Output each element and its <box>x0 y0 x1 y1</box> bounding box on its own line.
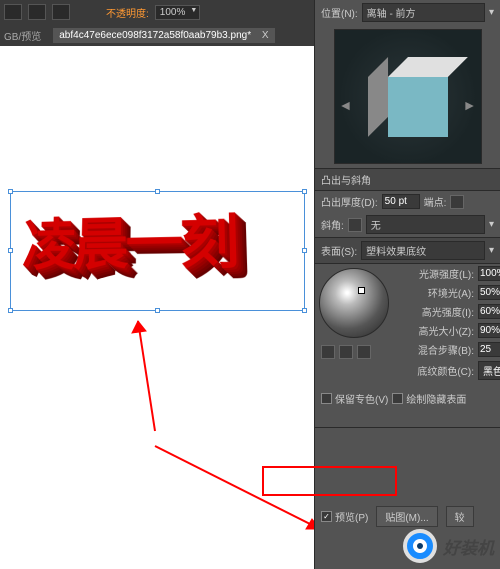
color-mode: GB/预览 <box>4 28 41 43</box>
highlight-intensity-label: 高光强度(I): <box>399 304 474 319</box>
depth-label: 凸出厚度(D): <box>321 194 378 209</box>
depth-input[interactable] <box>382 194 420 209</box>
annotation-arrow-up <box>130 311 170 441</box>
opacity-dropdown[interactable]: 100% <box>155 5 201 20</box>
watermark-logo-icon <box>403 529 437 563</box>
position-label: 位置(N): <box>321 5 358 20</box>
map-art-button[interactable]: 贴图(M)... <box>376 506 437 527</box>
draw-hidden-checkbox[interactable] <box>392 393 403 404</box>
highlight-size-input[interactable] <box>478 323 500 338</box>
annotation-arrow-right <box>150 441 330 541</box>
chevron-down-icon: ▾ <box>489 7 494 18</box>
handle-bottom-left[interactable] <box>8 308 13 313</box>
position-row: 位置(N): 离轴 - 前方 ▾ <box>315 0 500 25</box>
handle-top-mid[interactable] <box>155 189 160 194</box>
light-controls <box>315 342 393 362</box>
3d-options-panel: 位置(N): 离轴 - 前方 ▾ ◄ ► 凸出与斜角 凸出厚度(D): 端点: … <box>314 0 500 569</box>
selection-bounding-box[interactable] <box>10 191 305 311</box>
opacity-label: 不透明度: <box>106 5 149 20</box>
tool-icon-3[interactable] <box>52 4 70 20</box>
new-light-icon[interactable] <box>339 345 353 359</box>
canvas-area[interactable]: 凌晨一刻 <box>0 46 314 569</box>
shade-color-label: 底纹颜色(C): <box>399 363 474 378</box>
cube-side-face <box>368 57 388 137</box>
handle-left-mid[interactable] <box>8 248 13 253</box>
preview-label: 预览(P) <box>335 509 368 524</box>
cap-on-icon[interactable] <box>450 195 464 209</box>
watermark-text: 好装机 <box>443 534 494 559</box>
highlight-intensity-input[interactable] <box>478 304 500 319</box>
preserve-spot-checkbox[interactable] <box>321 393 332 404</box>
light-intensity-label: 光源强度(L): <box>399 266 474 281</box>
preview-checkbox-wrap[interactable]: ✓ 预览(P) <box>321 509 368 524</box>
surface-dropdown[interactable]: 塑料效果底纹 <box>361 241 485 260</box>
handle-right-mid[interactable] <box>302 248 307 253</box>
bevel-label: 斜角: <box>321 217 344 232</box>
cube-model[interactable] <box>378 67 438 127</box>
preserve-spot-checkbox-wrap[interactable]: 保留专色(V) <box>321 391 388 406</box>
extrude-section-header: 凸出与斜角 <box>315 168 500 191</box>
tool-icon-2[interactable] <box>28 4 46 20</box>
file-tab[interactable]: abf4c47e6ece098f3172a58f0aab79b3.png* X <box>53 28 274 43</box>
highlight-size-label: 高光大小(Z): <box>399 323 474 338</box>
draw-hidden-label: 绘制隐藏表面 <box>406 391 466 406</box>
ambient-label: 环境光(A): <box>399 285 474 300</box>
bevel-dropdown[interactable]: 无 <box>366 215 485 234</box>
depth-row: 凸出厚度(D): 端点: <box>315 191 500 212</box>
draw-hidden-checkbox-wrap[interactable]: 绘制隐藏表面 <box>392 391 466 406</box>
shade-color-dropdown[interactable]: 黑色 <box>478 361 500 380</box>
rotate-left-icon[interactable]: ◄ <box>339 97 353 113</box>
cube-top-face <box>388 57 468 77</box>
bevel-icon[interactable] <box>348 218 362 232</box>
light-back-icon[interactable] <box>321 345 335 359</box>
surface-section: 表面(S): 塑料效果底纹 ▾ <box>315 237 500 264</box>
preview-checkbox[interactable]: ✓ <box>321 511 332 522</box>
blend-steps-label: 混合步骤(B): <box>399 342 474 357</box>
light-sphere-preview[interactable] <box>319 268 389 338</box>
light-intensity-input[interactable] <box>478 266 500 281</box>
tool-icon-1[interactable] <box>4 4 22 20</box>
close-tab-icon[interactable]: X <box>262 30 269 41</box>
handle-top-left[interactable] <box>8 189 13 194</box>
more-options-button[interactable]: 较 <box>446 506 474 527</box>
surface-label: 表面(S): <box>321 243 357 258</box>
handle-bottom-right[interactable] <box>302 308 307 313</box>
cube-front-face <box>388 77 448 137</box>
ambient-input[interactable] <box>478 285 500 300</box>
chevron-down-icon: ▾ <box>489 219 494 230</box>
bevel-row: 斜角: 无 ▾ <box>315 212 500 237</box>
light-position-handle[interactable] <box>358 287 365 294</box>
chevron-down-icon: ▾ <box>489 245 494 256</box>
preserve-spot-label: 保留专色(V) <box>335 391 388 406</box>
delete-light-icon[interactable] <box>357 345 371 359</box>
position-dropdown[interactable]: 离轴 - 前方 <box>362 3 485 22</box>
bottom-button-row: ✓ 预览(P) 贴图(M)... 较 <box>315 502 500 531</box>
3d-cube-preview[interactable]: ◄ ► <box>334 29 482 164</box>
blend-steps-input[interactable] <box>478 342 500 357</box>
rotate-right-icon[interactable]: ► <box>463 97 477 113</box>
watermark: 好装机 <box>403 529 494 563</box>
handle-top-right[interactable] <box>302 189 307 194</box>
cap-label: 端点: <box>424 194 447 209</box>
